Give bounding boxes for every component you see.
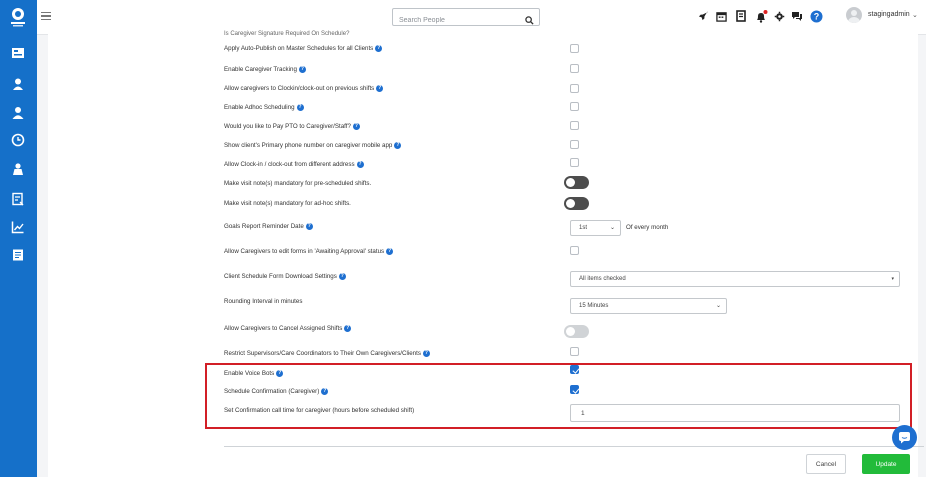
logo[interactable] [6, 5, 30, 29]
info-icon[interactable]: ? [376, 85, 384, 92]
edit-forms-checkbox[interactable] [570, 246, 579, 255]
setting-row-previous-shifts: Allow caregivers to Clockin/clock-out on… [224, 85, 384, 92]
client-phone-checkbox[interactable] [570, 140, 579, 149]
info-icon[interactable]: ? [386, 248, 394, 255]
caregiver-icon[interactable] [9, 104, 27, 122]
previous-shifts-checkbox[interactable] [570, 84, 579, 93]
setting-row-different-address: Allow Clock-in / clock-out from differen… [224, 161, 364, 168]
setting-row-auto-publish: Apply Auto-Publish on Master Schedules f… [224, 45, 383, 52]
setting-label: Allow Caregivers to edit forms in 'Await… [224, 248, 385, 255]
select-value: 1st [579, 225, 588, 231]
setting-label: Allow caregivers to Clockin/clock-out on… [224, 85, 375, 92]
setting-label: Goals Report Reminder Date [224, 223, 304, 230]
info-icon[interactable]: ? [298, 66, 306, 73]
info-icon[interactable]: ? [422, 350, 430, 357]
caregiver-tracking-checkbox[interactable] [570, 64, 579, 73]
setting-row-adhoc: Enable Adhoc Scheduling? [224, 104, 304, 111]
setting-label: Allow Caregivers to Cancel Assigned Shif… [224, 325, 343, 332]
setting-label: Make visit note(s) mandatory for ad-hoc … [224, 200, 351, 207]
update-button[interactable]: Update [862, 454, 910, 474]
setting-row-visit-notes-adhoc: Make visit note(s) mandatory for ad-hoc … [224, 200, 351, 207]
select-value: 15 Minutes [579, 303, 609, 309]
setting-row-goals-reminder: Goals Report Reminder Date? [224, 223, 313, 230]
setting-row-rounding: Rounding Interval in minutes [224, 298, 302, 305]
select-value: All items checked [579, 276, 626, 282]
setting-label: Restrict Supervisors/Care Coordinators t… [224, 350, 421, 357]
info-icon[interactable]: ? [344, 325, 352, 332]
forms-icon[interactable] [9, 190, 27, 208]
menu-toggle-icon[interactable] [41, 10, 51, 22]
svg-text:?: ? [813, 11, 819, 21]
dashboard-icon[interactable] [9, 44, 27, 62]
setting-label: Enable Adhoc Scheduling [224, 104, 295, 111]
setting-label-clipped: Is Caregiver Signature Required On Sched… [224, 31, 350, 37]
setting-label: Would you like to Pay PTO to Caregiver/S… [224, 123, 351, 130]
chat-widget-icon[interactable] [892, 425, 917, 450]
billing-icon[interactable] [9, 246, 27, 264]
setting-label: Enable Caregiver Tracking [224, 66, 297, 73]
caret-down-icon: ▾ [891, 276, 894, 282]
pto-checkbox[interactable] [570, 121, 579, 130]
search-box [392, 8, 540, 29]
chat-messages-icon[interactable] [790, 9, 804, 23]
setting-label: Client Schedule Form Download Settings [224, 273, 337, 280]
setting-label: Show client's Primary phone number on ca… [224, 142, 393, 149]
calendar-icon[interactable] [714, 9, 728, 23]
info-icon[interactable]: ? [352, 123, 360, 130]
goals-reminder-suffix: Of every month [626, 224, 669, 231]
info-icon[interactable]: ? [305, 223, 313, 230]
visit-notes-scheduled-toggle[interactable] [564, 176, 589, 189]
info-icon[interactable]: ? [375, 45, 383, 52]
restrict-supervisors-checkbox[interactable] [570, 347, 579, 356]
search-input[interactable] [393, 12, 519, 29]
help-icon[interactable]: ? [809, 9, 823, 23]
username[interactable]: stagingadmin [868, 11, 910, 18]
setting-row-restrict-supervisors: Restrict Supervisors/Care Coordinators t… [224, 350, 430, 357]
clock-icon[interactable] [9, 131, 27, 149]
rounding-interval-select[interactable]: 15 Minutes ⌄ [570, 298, 727, 314]
reports-chart-icon[interactable] [9, 218, 27, 236]
setting-label: Make visit note(s) mandatory for pre-sch… [224, 180, 372, 187]
info-icon[interactable]: ? [394, 142, 402, 149]
visit-notes-adhoc-toggle[interactable] [564, 197, 589, 210]
different-address-checkbox[interactable] [570, 158, 579, 167]
cancel-button[interactable]: Cancel [806, 454, 846, 474]
info-icon[interactable]: ? [356, 161, 364, 168]
top-bar: ? stagingadmin ⌄ [37, 0, 926, 35]
highlight-box [205, 363, 912, 429]
info-icon[interactable]: ? [338, 273, 346, 280]
setting-row-form-download: Client Schedule Form Download Settings? [224, 273, 346, 280]
agency-icon[interactable] [9, 160, 27, 178]
setting-row-client-phone: Show client's Primary phone number on ca… [224, 142, 402, 149]
setting-label: Allow Clock-in / clock-out from differen… [224, 161, 355, 168]
cancel-shifts-toggle[interactable] [564, 325, 589, 338]
setting-row-caregiver-tracking: Enable Caregiver Tracking? [224, 66, 306, 73]
divider [224, 446, 924, 447]
client-icon[interactable] [9, 75, 27, 93]
adhoc-checkbox[interactable] [570, 102, 579, 111]
setting-row-edit-forms: Allow Caregivers to edit forms in 'Await… [224, 248, 394, 255]
settings-panel: Is Caregiver Signature Required On Sched… [48, 31, 924, 477]
chevron-down-icon: ⌄ [609, 225, 615, 231]
user-avatar[interactable] [846, 7, 862, 23]
form-download-select[interactable]: All items checked ▾ [570, 271, 900, 287]
auto-publish-checkbox[interactable] [570, 44, 579, 53]
settings-gear-icon[interactable] [772, 9, 786, 23]
rocket-icon[interactable] [696, 9, 710, 23]
setting-row-cancel-shifts: Allow Caregivers to Cancel Assigned Shif… [224, 325, 352, 332]
setting-label: Rounding Interval in minutes [224, 298, 303, 305]
setting-label: Apply Auto-Publish on Master Schedules f… [224, 45, 374, 52]
goals-reminder-day-select[interactable]: 1st ⌄ [570, 220, 621, 236]
notification-bell-icon[interactable] [754, 9, 768, 23]
setting-row-pto: Would you like to Pay PTO to Caregiver/S… [224, 123, 360, 130]
search-icon[interactable] [525, 12, 534, 30]
chevron-down-icon: ⌄ [715, 303, 721, 309]
chevron-down-icon[interactable]: ⌄ [912, 11, 918, 19]
setting-row-visit-notes-scheduled: Make visit note(s) mandatory for pre-sch… [224, 180, 371, 187]
notes-icon[interactable] [734, 9, 748, 23]
sidebar [0, 0, 37, 477]
info-icon[interactable]: ? [296, 104, 304, 111]
